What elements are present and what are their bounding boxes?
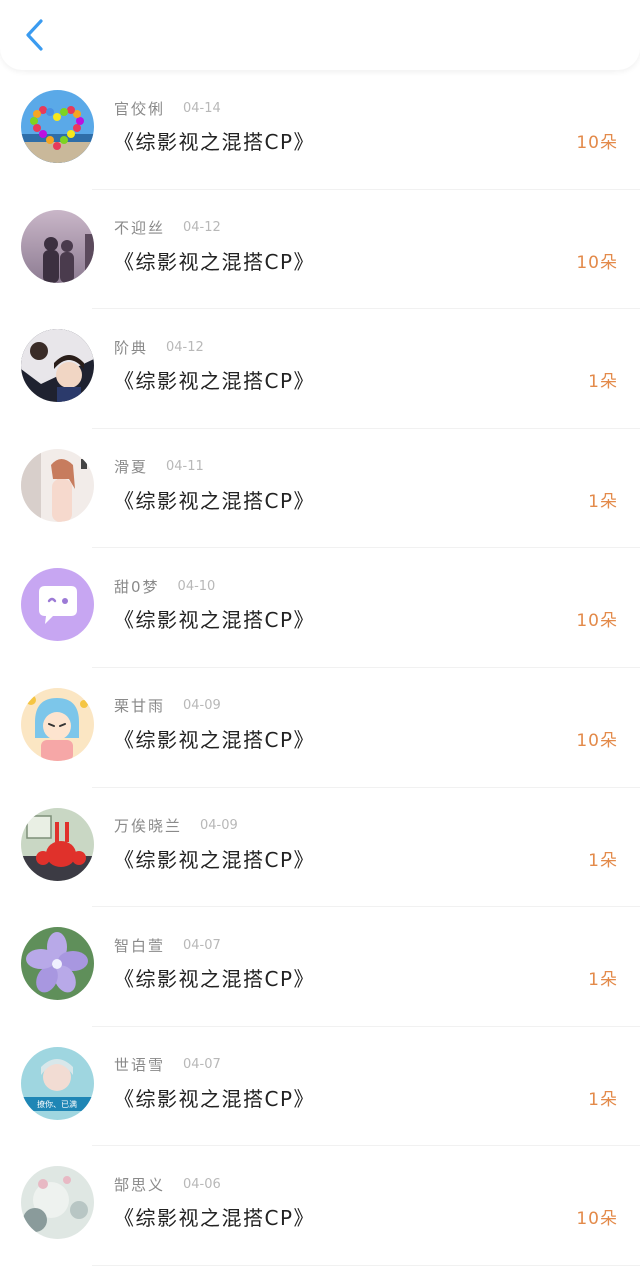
gift-date: 04-11: [166, 459, 204, 475]
book-title: 《综影视之混搭CP》: [114, 847, 316, 872]
avatar[interactable]: [21, 1166, 94, 1240]
avatar-caption: 撩你、已满: [37, 1099, 77, 1109]
item-meta: 阶典 04-12: [114, 335, 204, 359]
back-button[interactable]: [18, 16, 52, 54]
red-lobster-avatar-image: [21, 807, 94, 881]
book-title: 《综影视之混搭CP》: [114, 1206, 316, 1231]
user-name: 阶典: [114, 338, 149, 357]
pale-illustration-avatar-image: [21, 1166, 94, 1240]
user-name: 滑夏: [114, 458, 149, 477]
chat-bubble-avatar-image: [21, 568, 94, 642]
flower-count: 10朵: [576, 133, 618, 153]
gift-date: 04-14: [183, 100, 221, 116]
gift-record-list: 官佼俐 04-14 《综影视之混搭CP》 10朵 不迎丝 04-12 《综影视之…: [0, 70, 640, 1266]
app: 官佼俐 04-14 《综影视之混搭CP》 10朵 不迎丝 04-12 《综影视之…: [0, 0, 640, 1271]
flower-count: 1朵: [588, 1089, 618, 1110]
book-title: 《综影视之混搭CP》: [114, 369, 316, 394]
gift-date: 04-12: [183, 220, 221, 236]
book-title: 《综影视之混搭CP》: [114, 488, 316, 513]
book-title: 《综影视之混搭CP》: [114, 608, 316, 633]
book-title: 《综影视之混搭CP》: [114, 130, 316, 154]
gift-date: 04-06: [183, 1176, 221, 1192]
avatar[interactable]: 撩你、已满: [21, 1046, 94, 1120]
avatar[interactable]: [21, 329, 94, 403]
book-title: 《综影视之混搭CP》: [114, 1086, 316, 1111]
list-item[interactable]: 撩你、已满 世语雪 04-07 《综影视之混搭CP》 1朵: [0, 1027, 640, 1147]
list-item[interactable]: 阶典 04-12 《综影视之混搭CP》 1朵: [0, 309, 640, 429]
item-meta: 甜0梦 04-10: [114, 574, 215, 598]
purple-flower-avatar-image: [21, 927, 94, 1001]
user-name: 郜思义: [114, 1175, 166, 1194]
list-item[interactable]: 官佼俐 04-14 《综影视之混搭CP》 10朵: [0, 70, 640, 190]
list-item[interactable]: 甜0梦 04-10 《综影视之混搭CP》 10朵: [0, 548, 640, 668]
avatar[interactable]: [21, 90, 94, 163]
chevron-left-icon: [26, 19, 43, 51]
flower-count: 1朵: [588, 491, 618, 512]
item-meta: 郜思义 04-06: [114, 1172, 221, 1196]
anime-boy-avatar-image: [21, 329, 94, 403]
user-name: 万俟晓兰: [114, 817, 183, 836]
user-name: 甜0梦: [114, 577, 160, 596]
gift-date: 04-07: [183, 937, 221, 953]
item-meta: 不迎丝 04-12: [114, 216, 221, 240]
avatar[interactable]: [21, 448, 94, 522]
list-item[interactable]: 郜思义 04-06 《综影视之混搭CP》 10朵: [0, 1146, 640, 1266]
divider: [92, 1264, 640, 1266]
flower-count: 1朵: [588, 970, 618, 991]
user-name: 栗甘雨: [114, 697, 166, 716]
gift-date: 04-09: [200, 818, 238, 834]
user-name: 官佼俐: [114, 99, 166, 118]
flower-count: 10朵: [576, 252, 618, 273]
couple-silhouette-avatar-image: [21, 209, 94, 283]
item-meta: 滑夏 04-11: [114, 455, 204, 479]
user-name: 智白萱: [114, 936, 166, 955]
teal-portrait-avatar-image: 撩你、已满: [21, 1046, 94, 1120]
list-item[interactable]: 智白萱 04-07 《综影视之混搭CP》 1朵: [0, 907, 640, 1027]
flower-count: 1朵: [588, 850, 618, 871]
user-name: 世语雪: [114, 1056, 166, 1075]
gift-date: 04-12: [166, 339, 204, 355]
flower-count: 10朵: [576, 1209, 618, 1230]
list-item[interactable]: 栗甘雨 04-09 《综影视之混搭CP》 10朵: [0, 668, 640, 788]
avatar[interactable]: [21, 807, 94, 881]
item-meta: 世语雪 04-07: [114, 1053, 221, 1077]
item-meta: 万俟晓兰 04-09: [114, 814, 238, 838]
heart-balloons-avatar-image: [21, 90, 94, 163]
list-item[interactable]: 不迎丝 04-12 《综影视之混搭CP》 10朵: [0, 190, 640, 310]
list-item[interactable]: 万俟晓兰 04-09 《综影视之混搭CP》 1朵: [0, 788, 640, 908]
girl-photo-avatar-image: [21, 448, 94, 522]
gift-date: 04-10: [177, 578, 216, 594]
avatar[interactable]: [21, 209, 94, 283]
cartoon-character-avatar-image: [21, 687, 94, 761]
flower-count: 10朵: [576, 730, 618, 751]
flower-count: 1朵: [588, 372, 618, 393]
avatar[interactable]: [21, 568, 94, 642]
avatar[interactable]: [21, 687, 94, 761]
flower-count: 10朵: [576, 611, 618, 632]
item-meta: 官佼俐 04-14: [114, 96, 221, 120]
book-title: 《综影视之混搭CP》: [114, 967, 316, 992]
list-item[interactable]: 滑夏 04-11 《综影视之混搭CP》 1朵: [0, 429, 640, 549]
book-title: 《综影视之混搭CP》: [114, 249, 316, 274]
top-bar: [0, 0, 640, 70]
avatar[interactable]: [21, 927, 94, 1001]
gift-date: 04-07: [183, 1057, 221, 1073]
gift-date: 04-09: [183, 698, 221, 714]
user-name: 不迎丝: [114, 219, 166, 238]
book-title: 《综影视之混搭CP》: [114, 727, 316, 752]
item-meta: 智白萱 04-07: [114, 933, 221, 957]
item-meta: 栗甘雨 04-09: [114, 694, 221, 718]
